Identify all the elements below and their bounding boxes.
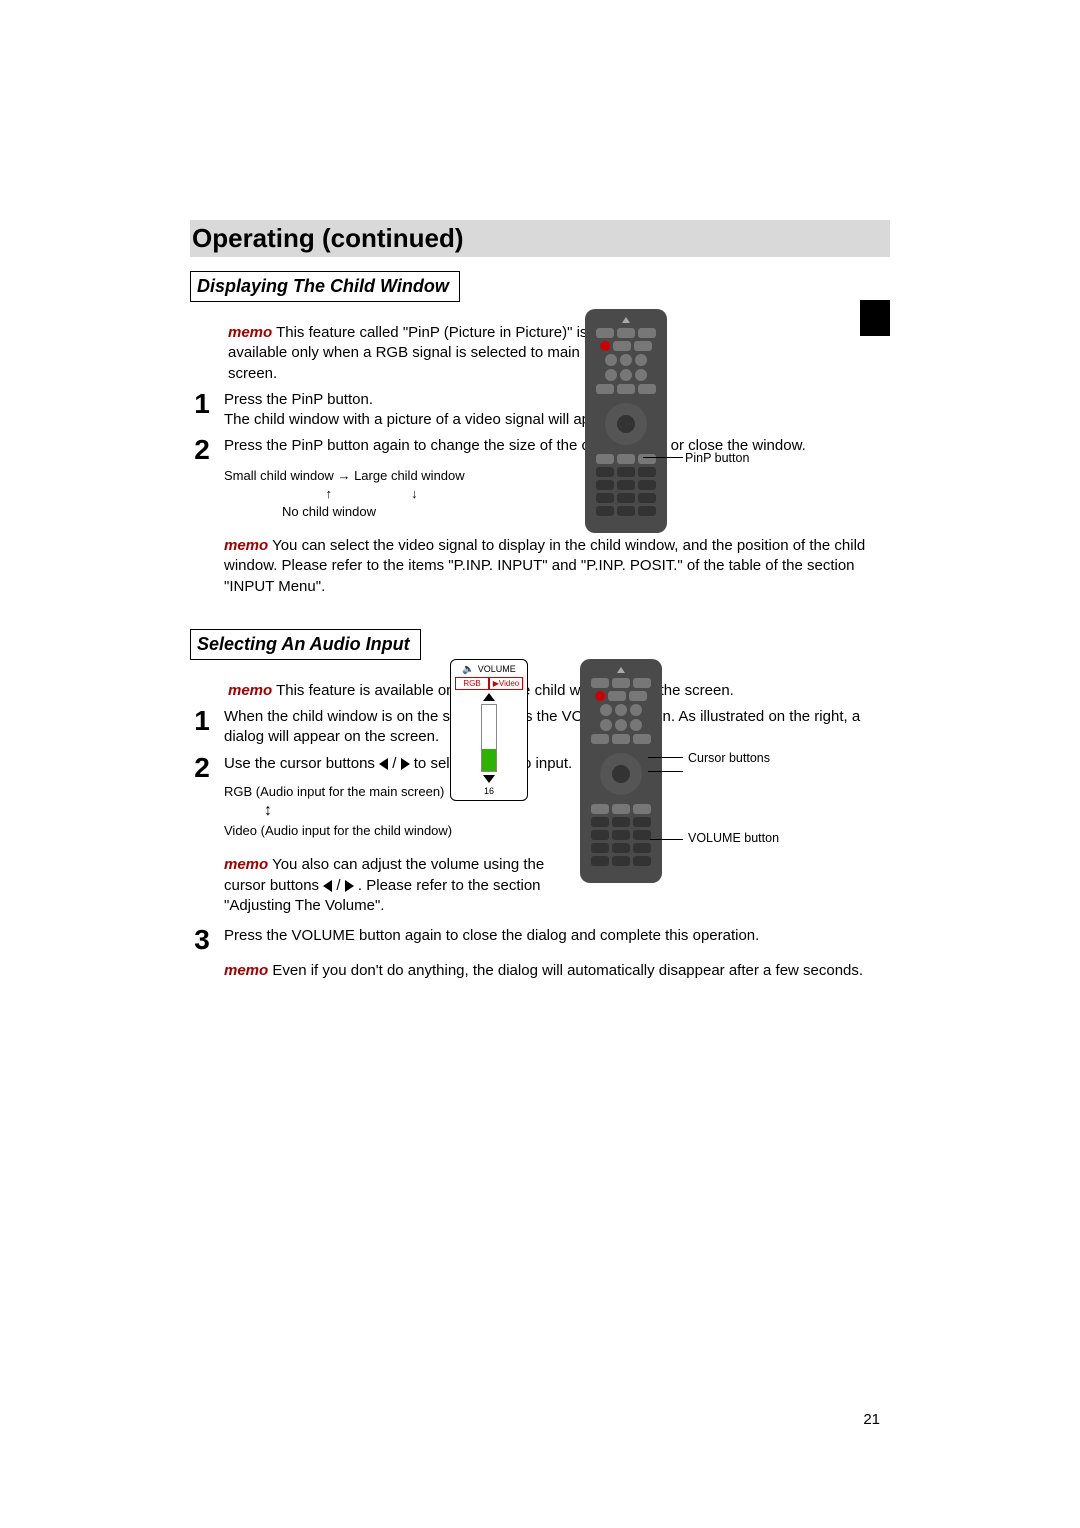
audio-swap-diagram: RGB (Audio input for the main screen) ↕ … xyxy=(224,782,890,841)
speaker-icon: 🔈 xyxy=(462,664,474,675)
memo-label: memo xyxy=(224,962,268,979)
arrow-up-icon: ↑ xyxy=(224,485,332,503)
triangle-down-icon xyxy=(483,775,495,783)
step-number: 2 xyxy=(190,436,214,464)
swap-rgb: RGB (Audio input for the main screen) xyxy=(224,782,890,802)
brand-logo-icon xyxy=(622,317,630,323)
intro-memo: memo This feature called "PinP (Picture … xyxy=(228,323,598,384)
step-1: 1 Press the PinP button. The child windo… xyxy=(190,390,890,431)
banner-title: Operating (continued) xyxy=(192,223,464,253)
volume-tab-rgb: RGB xyxy=(455,677,489,690)
triangle-left-icon xyxy=(323,880,332,892)
step-1-audio: 1 When the child window is on the screen… xyxy=(190,707,890,748)
arrow-down-icon: ↓ xyxy=(336,485,418,503)
memo-label: memo xyxy=(224,856,268,873)
callout-pinp-button: PinP button xyxy=(685,451,749,466)
callout-line-icon xyxy=(648,771,683,772)
brand-logo-icon xyxy=(617,667,625,673)
triangle-right-icon xyxy=(401,758,410,770)
remote-illustration-2: Cursor buttons VOLUME button xyxy=(580,659,662,883)
memo-auto-dismiss: memo Even if you don't do anything, the … xyxy=(224,961,890,981)
swap-arrow-icon: ↕ xyxy=(264,803,272,819)
volume-fill xyxy=(482,749,496,771)
volume-bar xyxy=(481,704,497,772)
section-selecting-audio-input: Selecting An Audio Input memo This featu… xyxy=(190,629,890,986)
manual-page: Operating (continued) Displaying The Chi… xyxy=(0,0,1080,1528)
step-number: 3 xyxy=(190,926,214,954)
page-banner: Operating (continued) xyxy=(190,220,890,257)
subheading-child-window: Displaying The Child Window xyxy=(190,271,460,302)
step-number: 1 xyxy=(190,707,214,735)
step-number: 1 xyxy=(190,390,214,418)
step1-audio-text: When the child window is on the screen, … xyxy=(224,707,890,748)
step1-line1: Press the PinP button. xyxy=(224,390,890,410)
callout-cursor-buttons: Cursor buttons xyxy=(688,751,770,766)
memo-label: memo xyxy=(228,324,272,341)
memo-label: memo xyxy=(228,682,272,699)
page-number: 21 xyxy=(863,1411,880,1428)
volume-dialog-title: VOLUME xyxy=(478,664,516,674)
arrow-right-icon: → xyxy=(337,468,354,483)
step-2: 2 Press the PinP button again to change … xyxy=(190,436,890,601)
step2-pre: Use the cursor buttons xyxy=(224,755,379,772)
memo3-text: Even if you don't do anything, the dialo… xyxy=(268,962,863,979)
triangle-left-icon xyxy=(379,758,388,770)
callout-line-icon xyxy=(648,757,683,758)
cycle-small: Small child window xyxy=(224,468,334,483)
callout-volume-button: VOLUME button xyxy=(688,831,779,846)
triangle-right-icon xyxy=(345,880,354,892)
swap-video: Video (Audio input for the child window) xyxy=(224,821,890,841)
remote-control-icon xyxy=(585,309,667,533)
callout-line-icon xyxy=(643,457,683,458)
intro-memo-text: This feature called "PinP (Picture in Pi… xyxy=(228,324,587,382)
section-displaying-child-window: Displaying The Child Window memo This fe… xyxy=(190,271,890,601)
callout-line-icon xyxy=(650,839,683,840)
memo-volume-adjust: memo You also can adjust the volume usin… xyxy=(224,855,574,916)
memo-note-2: memo You can select the video signal to … xyxy=(224,536,890,597)
triangle-up-icon xyxy=(483,693,495,701)
cycle-none: No child window xyxy=(224,503,434,521)
step-2-audio: 2 Use the cursor buttons / to select an … xyxy=(190,754,890,921)
window-cycle-diagram: Small child window → Large child window … xyxy=(224,467,890,522)
step3-text: Press the VOLUME button again to close t… xyxy=(224,926,890,946)
step-3-audio: 3 Press the VOLUME button again to close… xyxy=(190,926,890,986)
subheading-audio-input: Selecting An Audio Input xyxy=(190,629,421,660)
remote-illustration-1: PinP button xyxy=(585,309,667,533)
volume-dialog-illustration: 🔈 VOLUME RGB ▶Video 16 xyxy=(450,659,528,801)
memo2-text: You can select the video signal to displ… xyxy=(224,537,865,595)
step1-line2: The child window with a picture of a vid… xyxy=(224,410,890,430)
memo-label: memo xyxy=(224,537,268,554)
volume-tab-video: ▶Video xyxy=(489,677,523,690)
cycle-large: Large child window xyxy=(354,468,465,483)
step-number: 2 xyxy=(190,754,214,782)
step2-text: Press the PinP button again to change th… xyxy=(224,436,890,456)
volume-value: 16 xyxy=(455,786,523,796)
